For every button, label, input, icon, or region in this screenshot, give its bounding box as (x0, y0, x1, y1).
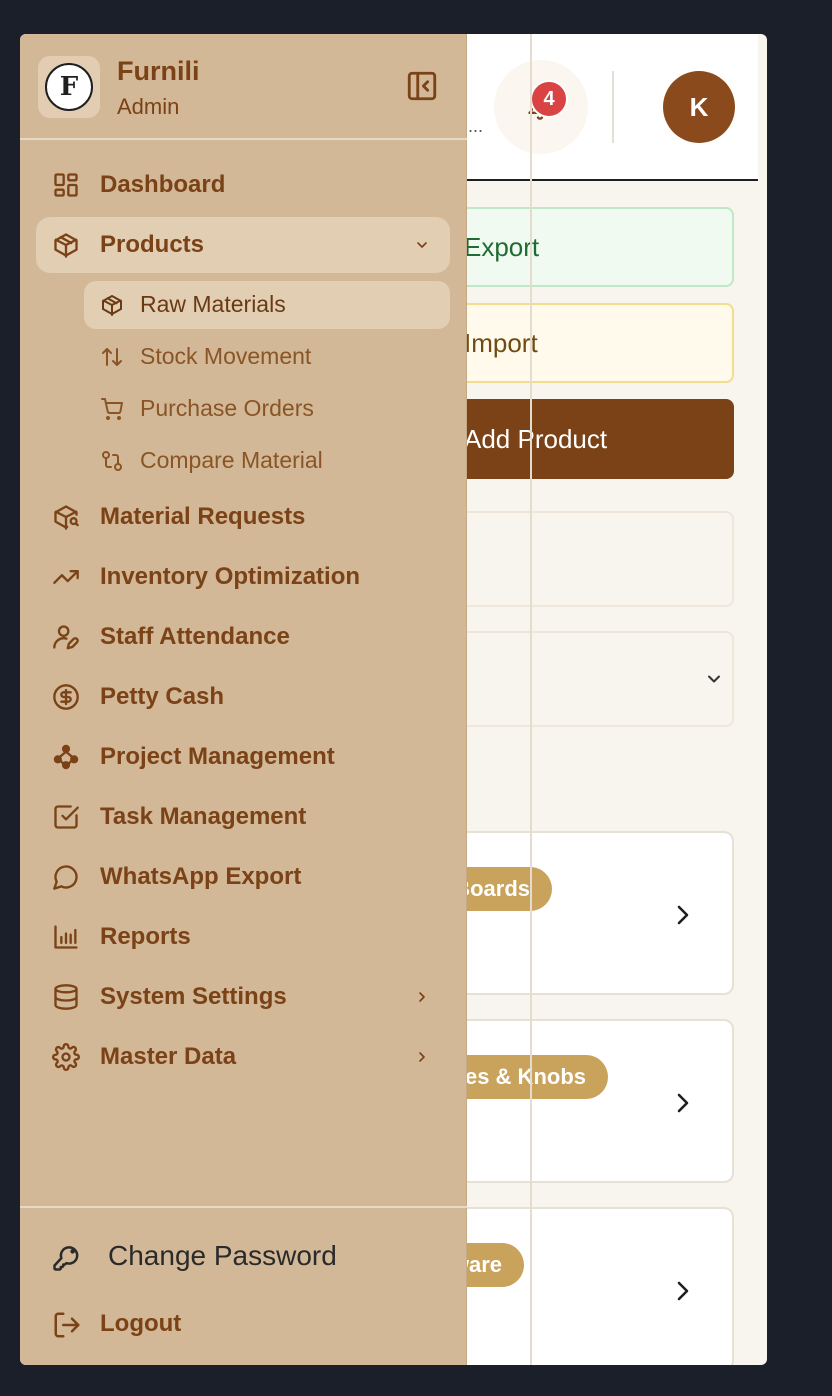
sidebar-item-project-management[interactable]: Project Management (36, 729, 450, 785)
app-window: ... 4 K Export Import Add Product Boards… (20, 34, 767, 1365)
package-search-icon (54, 505, 79, 530)
collapse-sidebar-icon[interactable] (405, 69, 439, 103)
export-button-label: Export (464, 231, 540, 262)
shopping-cart-icon (101, 398, 123, 420)
guide-line (530, 34, 532, 1365)
sidebar-item-label: WhatsApp Export (100, 863, 302, 890)
dashboard-icon (54, 173, 78, 197)
brand-name: Furnili (117, 56, 200, 86)
sidebar-item-label: Staff Attendance (100, 623, 290, 650)
sidebar-item-reports[interactable]: Reports (36, 909, 450, 965)
sidebar-item-label: Material Requests (100, 503, 306, 530)
git-compare-icon (102, 451, 122, 471)
sidebar-subitem-compare-material[interactable]: Compare Material (84, 437, 450, 485)
package-icon (102, 295, 122, 316)
sidebar-item-petty-cash[interactable]: Petty Cash (36, 669, 450, 725)
sidebar-subitem-label: Stock Movement (140, 343, 312, 369)
dollar-circle-icon (53, 684, 79, 710)
user-avatar[interactable]: K (663, 71, 735, 143)
sidebar-footer: Change Password Logout (20, 1206, 467, 1365)
sidebar-item-label: Task Management (100, 803, 307, 830)
change-password-label: Change Password (108, 1240, 337, 1271)
network-icon (53, 744, 79, 770)
user-role: Admin (117, 94, 180, 119)
sidebar-item-label: Dashboard (100, 171, 226, 198)
sidebar-item-task-management[interactable]: Task Management (36, 789, 450, 845)
chevron-right-icon (677, 1281, 689, 1301)
sidebar-item-label: Petty Cash (100, 683, 225, 710)
message-circle-icon (53, 865, 78, 890)
arrows-up-down-icon (102, 348, 122, 366)
sidebar-item-label: System Settings (100, 983, 287, 1010)
sidebar-item-staff-attendance[interactable]: Staff Attendance (36, 609, 450, 665)
sidebar-item-system-settings[interactable]: System Settings (36, 969, 450, 1025)
add-product-label: Add Product (464, 423, 608, 454)
brand-header: F Furnili Admin (20, 34, 467, 140)
sidebar-item-products[interactable]: Products (36, 217, 450, 273)
bar-chart-icon (54, 925, 78, 949)
package-icon (54, 233, 78, 258)
chevron-right-icon (419, 992, 425, 1002)
sidebar-item-label: Products (100, 231, 205, 258)
sidebar-subitem-purchase-orders[interactable]: Purchase Orders (84, 385, 450, 433)
logo-mark: F (45, 63, 93, 111)
sidebar-subitem-raw-materials[interactable]: Raw Materials (84, 281, 450, 329)
user-pen-icon (53, 625, 79, 650)
logout-button[interactable]: Logout (36, 1296, 450, 1352)
logo: F (38, 56, 100, 118)
sidebar-subitem-stock-movement[interactable]: Stock Movement (84, 333, 450, 381)
gear-icon (52, 1043, 80, 1071)
logout-label: Logout (100, 1310, 182, 1337)
sidebar-item-label: Master Data (100, 1043, 237, 1070)
import-button-label: Import (464, 327, 538, 358)
chevron-right-icon (419, 1052, 425, 1062)
change-password-button[interactable]: Change Password (36, 1228, 450, 1284)
sidebar-subitem-label: Purchase Orders (140, 395, 314, 421)
key-icon (53, 1246, 79, 1271)
divider (612, 71, 614, 143)
trending-up-icon (53, 570, 79, 584)
chevron-right-icon (677, 905, 689, 925)
sidebar-item-master-data[interactable]: Master Data (36, 1029, 450, 1085)
chevron-right-icon (677, 1093, 689, 1113)
sidebar-item-label: Project Management (100, 743, 335, 770)
chevron-down-icon (417, 242, 427, 248)
sidebar-item-material-requests[interactable]: Material Requests (36, 489, 450, 545)
sidebar: F Furnili Admin Dashboard Products Raw M… (20, 34, 467, 1365)
notification-count-badge: 4 (530, 80, 568, 118)
search-input-tail[interactable]: ... (468, 116, 483, 137)
chevron-down-icon (708, 675, 720, 683)
sidebar-subitem-label: Raw Materials (140, 291, 286, 317)
sidebar-item-whatsapp-export[interactable]: WhatsApp Export (36, 849, 450, 905)
sidebar-item-label: Inventory Optimization (100, 563, 361, 590)
database-icon (54, 984, 78, 1010)
sidebar-item-inventory-optimization[interactable]: Inventory Optimization (36, 549, 450, 605)
sidebar-item-dashboard[interactable]: Dashboard (36, 157, 450, 213)
check-square-icon (54, 805, 79, 829)
logout-icon (54, 1312, 80, 1338)
sidebar-subitem-label: Compare Material (140, 447, 323, 473)
sidebar-item-label: Reports (100, 923, 191, 950)
